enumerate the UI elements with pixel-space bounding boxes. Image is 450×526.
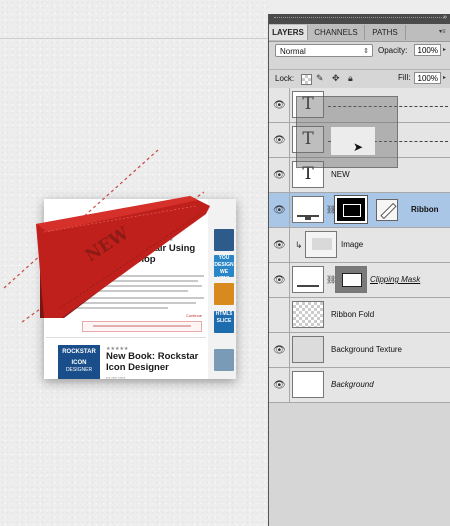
layer-row[interactable]: 👁︎ ↳ Image: [269, 228, 450, 263]
opacity-input[interactable]: 100%: [414, 44, 441, 56]
image-layer-thumbnail: [305, 231, 337, 258]
notice-box: [82, 321, 202, 332]
preview-content: 150,455 89,234 16,732 ★★★★★ Realistic Ha…: [44, 199, 208, 379]
blend-mode-select[interactable]: Normal ⇕: [275, 44, 373, 57]
preview-meta: ▪▪▪ ▪▪▪▪ ▪▪▪▪▪: [106, 267, 126, 272]
shape-layer-thumbnail: [292, 196, 324, 223]
layer-drag-ghost: [296, 96, 398, 168]
book-cover-thumbnail: ROCKSTAR ICON DESIGNER: [58, 345, 100, 379]
layer-row[interactable]: Ribbon Fold: [269, 298, 450, 333]
panel-menu-icon[interactable]: ▾≡: [439, 28, 446, 35]
fill-label: Fill:: [398, 73, 411, 82]
ad-banner: [214, 349, 234, 371]
document-canvas[interactable]: 150,455 89,234 16,732 ★★★★★ Realistic Ha…: [0, 0, 268, 526]
pixel-layer-thumbnail: [292, 301, 324, 328]
layer-name: Background: [331, 380, 374, 389]
layer-name: NEW: [331, 170, 350, 179]
ad-banner: [214, 229, 234, 251]
layer-row[interactable]: 👁︎ ⛓︎ Clipping Mask: [269, 263, 450, 298]
eye-icon: 👁︎: [273, 205, 286, 216]
preview-stats: 150,455 89,234 16,732: [164, 207, 208, 225]
preview-book-title: New Book: Rockstar Icon Designer: [106, 351, 199, 373]
pointer-cursor-icon: ➤: [353, 140, 364, 154]
visibility-toggle[interactable]: 👁︎: [269, 368, 290, 402]
eye-icon: 👁︎: [273, 380, 286, 391]
panel-header-grip[interactable]: »: [269, 14, 450, 24]
text-line: [48, 297, 204, 299]
book-badge-line: ICON: [71, 360, 87, 366]
layer-row[interactable]: 👁︎ Background: [269, 368, 450, 403]
lock-all-icon[interactable]: 🔒︎: [348, 73, 353, 84]
clipping-arrow-icon: ↳: [295, 240, 303, 250]
layer-row[interactable]: 👁︎ Background Texture: [269, 333, 450, 368]
tab-layers[interactable]: LAYERS: [269, 25, 308, 40]
divider: [46, 337, 206, 338]
eye-icon: 👁︎: [273, 345, 286, 356]
visibility-toggle[interactable]: 👁︎: [269, 193, 290, 227]
lock-position-icon[interactable]: ✥: [332, 73, 340, 84]
layer-name: Background Texture: [331, 345, 403, 354]
preview-post-title: Realistic Hair Using Photoshop: [106, 243, 196, 265]
fill-input[interactable]: 100%: [414, 72, 441, 84]
tab-channels[interactable]: CHANNELS: [308, 25, 365, 40]
lock-paint-icon[interactable]: ✎: [316, 73, 324, 84]
eye-icon: 👁︎: [273, 170, 286, 181]
ad-banner: [214, 283, 234, 305]
book-badge-line: DESIGNER: [65, 367, 93, 373]
tab-paths[interactable]: PATHS: [365, 25, 406, 40]
continue-link: Continue: [186, 313, 203, 318]
eye-icon: 👁︎: [273, 100, 286, 111]
panel-tabs: LAYERS CHANNELS PATHS ▾≡: [269, 24, 450, 42]
vector-mask-thumbnail[interactable]: [335, 266, 367, 293]
lock-transparency-icon[interactable]: [301, 74, 312, 85]
opacity-label: Opacity:: [378, 46, 408, 55]
layer-row-selected[interactable]: 👁︎ ⛓︎ Ribbon: [269, 193, 450, 228]
eye-icon: 👁︎: [273, 240, 286, 251]
website-preview-image: 150,455 89,234 16,732 ★★★★★ Realistic Ha…: [44, 199, 236, 379]
visibility-toggle[interactable]: 👁︎: [269, 88, 290, 122]
visibility-toggle[interactable]: 👁︎: [269, 333, 290, 367]
layer-name: Clipping Mask: [370, 275, 421, 284]
book-badge-line: ROCKSTAR: [62, 349, 96, 355]
vector-mask-thumbnail[interactable]: [334, 195, 368, 224]
visibility-toggle[interactable]: 👁︎: [269, 158, 290, 192]
collapse-icon[interactable]: »: [443, 14, 447, 21]
blend-mode-value: Normal: [280, 47, 306, 56]
lock-row: Lock: ✎ ✥ 🔒︎ Fill: 100% ▸: [269, 69, 450, 89]
visibility-toggle[interactable]: 👁︎: [269, 123, 290, 157]
layers-panel: » LAYERS CHANNELS PATHS ▾≡ Normal ⇕ Opac…: [268, 14, 450, 526]
stat-value: 16,732: [164, 219, 183, 225]
opacity-slider-arrow-icon[interactable]: ▸: [443, 46, 446, 53]
panel-top-bar: [268, 0, 450, 14]
ad-banner: YOU DESIGN WE HTML: [214, 255, 234, 277]
background-layer-thumbnail: [292, 371, 324, 398]
fill-slider-arrow-icon[interactable]: ▸: [443, 74, 446, 81]
canvas-edge: [0, 38, 268, 39]
visibility-toggle[interactable]: 👁︎: [269, 228, 290, 262]
drag-grip[interactable]: [274, 17, 444, 19]
shape-layer-thumbnail: [292, 266, 324, 293]
layer-name: Ribbon Fold: [331, 310, 375, 319]
text-line: [48, 285, 202, 287]
visibility-toggle[interactable]: 👁︎: [269, 263, 290, 297]
lock-label: Lock:: [275, 74, 295, 83]
visibility-toggle: [269, 298, 290, 332]
text-line: [48, 302, 196, 304]
layer-name: Image: [341, 240, 364, 249]
text-line: [48, 280, 198, 282]
select-arrows-icon: ⇕: [363, 48, 369, 55]
eye-icon: 👁︎: [273, 135, 286, 146]
ad-banner: HTML5 SLICE: [214, 311, 234, 333]
text-line: [48, 275, 204, 277]
texture-layer-thumbnail: [292, 336, 324, 363]
eye-icon: 👁︎: [273, 275, 286, 286]
text-line: [48, 307, 168, 309]
stroke-effect-icon[interactable]: [376, 199, 398, 221]
preview-meta: ▪▪▪ ▪▪▪▪ ▪▪▪▪▪: [106, 375, 126, 379]
layer-name: Ribbon: [411, 205, 439, 214]
text-line: [48, 290, 188, 292]
